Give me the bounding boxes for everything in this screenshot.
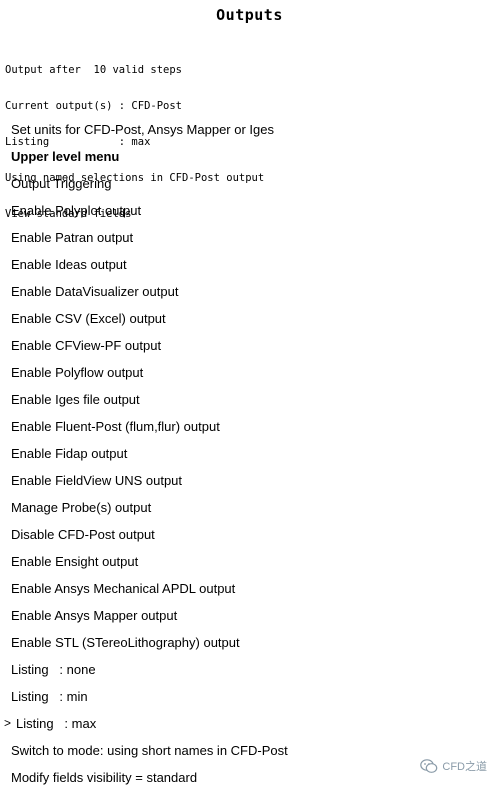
outputs-menu: Set units for CFD-Post, Ansys Mapper or … [0, 116, 499, 791]
menu-item-label: Enable Iges file output [11, 392, 140, 407]
menu-item-label: Enable DataVisualizer output [11, 284, 179, 299]
menu-item-label: Enable CSV (Excel) output [11, 311, 166, 326]
menu-item-enable-polyflow[interactable]: Enable Polyflow output [0, 359, 499, 386]
menu-item-enable-iges[interactable]: Enable Iges file output [0, 386, 499, 413]
menu-item-enable-ansys-apdl[interactable]: Enable Ansys Mechanical APDL output [0, 575, 499, 602]
menu-item-set-units[interactable]: Set units for CFD-Post, Ansys Mapper or … [0, 116, 499, 143]
menu-item-label: Disable CFD-Post output [11, 527, 155, 542]
menu-item-disable-cfd-post[interactable]: Disable CFD-Post output [0, 521, 499, 548]
menu-item-label: Enable Ansys Mechanical APDL output [11, 581, 236, 596]
menu-item-label: Enable Ideas output [11, 257, 127, 272]
menu-item-label: Enable FieldView UNS output [11, 473, 183, 488]
menu-item-label: Enable Fidap output [11, 446, 128, 461]
menu-item-enable-ansys-mapper[interactable]: Enable Ansys Mapper output [0, 602, 499, 629]
menu-item-label: Listing : min [11, 689, 88, 704]
wechat-icon [420, 758, 438, 774]
menu-item-label: Manage Probe(s) output [11, 500, 152, 515]
menu-item-label: Upper level menu [11, 149, 120, 164]
menu-item-enable-polyplot[interactable]: Enable Polyplot output [0, 197, 499, 224]
menu-item-enable-fidap[interactable]: Enable Fidap output [0, 440, 499, 467]
menu-item-label: Listing : none [11, 662, 96, 677]
menu-item-enable-cfview-pf[interactable]: Enable CFView-PF output [0, 332, 499, 359]
menu-item-label: Enable STL (STereoLithography) output [11, 635, 240, 650]
menu-item-enable-stl[interactable]: Enable STL (STereoLithography) output [0, 629, 499, 656]
menu-item-listing-min[interactable]: Listing : min [0, 683, 499, 710]
menu-item-enable-ensight[interactable]: Enable Ensight output [0, 548, 499, 575]
status-line-output-after: Output after 10 valid steps [5, 64, 183, 76]
menu-item-label: Enable Polyflow output [11, 365, 144, 380]
status-line-current-outputs: Current output(s) : CFD-Post [5, 100, 183, 112]
menu-item-label: Enable Polyplot output [11, 203, 142, 218]
menu-item-label: Enable CFView-PF output [11, 338, 162, 353]
menu-item-enable-csv[interactable]: Enable CSV (Excel) output [0, 305, 499, 332]
menu-item-label: Set units for CFD-Post, Ansys Mapper or … [11, 122, 274, 137]
menu-item-label: Enable Patran output [11, 230, 134, 245]
menu-item-label: Enable Ansys Mapper output [11, 608, 178, 623]
page-title: Outputs [216, 6, 283, 24]
menu-item-enable-fluent-post[interactable]: Enable Fluent-Post (flum,flur) output [0, 413, 499, 440]
menu-item-label: Output Triggering [11, 176, 112, 191]
menu-item-enable-fieldview[interactable]: Enable FieldView UNS output [0, 467, 499, 494]
menu-item-listing-max[interactable]: > Listing : max [0, 710, 499, 737]
menu-item-label: Listing : max [16, 716, 97, 731]
menu-item-enable-patran[interactable]: Enable Patran output [0, 224, 499, 251]
menu-item-label: Enable Fluent-Post (flum,flur) output [11, 419, 220, 434]
menu-item-enable-datavisualizer[interactable]: Enable DataVisualizer output [0, 278, 499, 305]
menu-item-upper-level-menu[interactable]: Upper level menu [0, 143, 499, 170]
menu-item-label: Enable Ensight output [11, 554, 139, 569]
watermark-text: CFD之道 [442, 761, 487, 773]
watermark: CFD之道 [420, 758, 487, 774]
menu-item-listing-none[interactable]: Listing : none [0, 656, 499, 683]
selected-marker-icon: > [4, 716, 12, 730]
menu-item-enable-ideas[interactable]: Enable Ideas output [0, 251, 499, 278]
menu-item-manage-probes[interactable]: Manage Probe(s) output [0, 494, 499, 521]
menu-item-label: Switch to mode: using short names in CFD… [11, 743, 288, 758]
menu-item-output-triggering[interactable]: Output Triggering [0, 170, 499, 197]
menu-item-label: Modify fields visibility = standard [11, 770, 198, 785]
